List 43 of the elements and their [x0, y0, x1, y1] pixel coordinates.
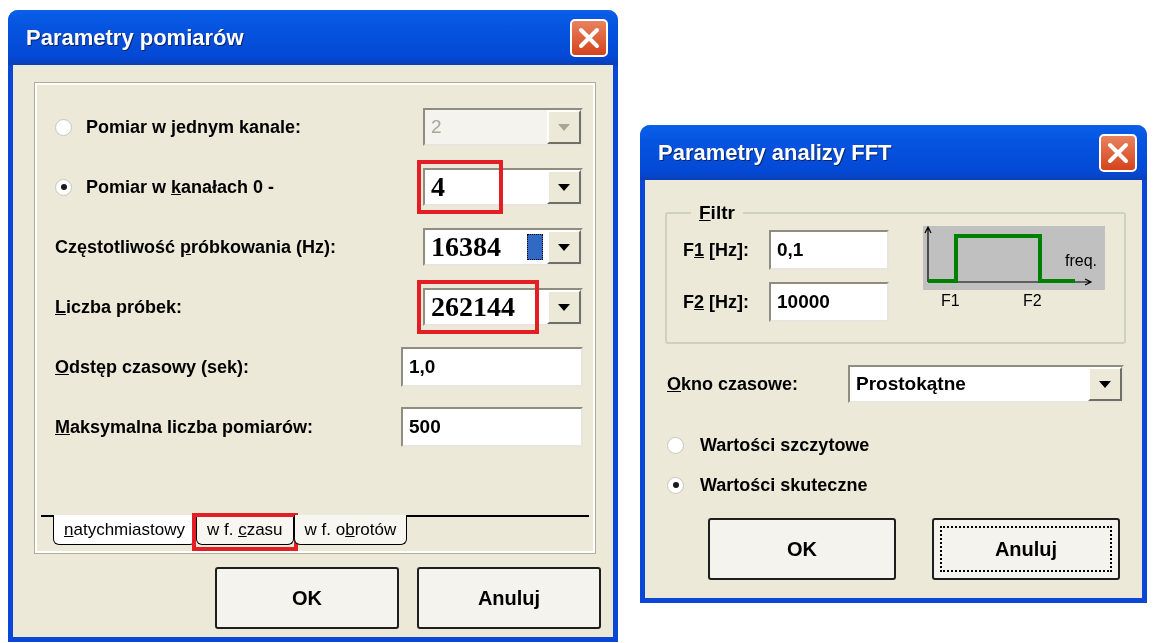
- ok-button[interactable]: OK: [708, 518, 896, 580]
- dropdown[interactable]: 262144: [423, 288, 583, 326]
- field-label: Okno czasowe:: [667, 373, 799, 395]
- radio-button[interactable]: [667, 436, 684, 454]
- radio-label: Wartości szczytowe: [700, 434, 870, 456]
- field-label: Odstęp czasowy (sek):: [55, 356, 250, 378]
- close-button[interactable]: [1099, 133, 1137, 172]
- field-label: F1 [Hz]:: [683, 239, 749, 261]
- caret-icon: [558, 183, 570, 191]
- input-field[interactable]: 0,1: [769, 230, 889, 270]
- field-label: Częstotliwość próbkowania (Hz):: [55, 236, 337, 258]
- cancel-button[interactable]: Anuluj: [932, 518, 1120, 580]
- close-icon: [1107, 141, 1129, 164]
- caret-icon: [558, 303, 570, 311]
- cancel-button[interactable]: Anuluj: [417, 567, 601, 629]
- axis-label: freq.: [1065, 252, 1097, 270]
- radio-button[interactable]: [55, 178, 72, 196]
- window-title: Parametry analizy FFT: [658, 139, 892, 166]
- dropdown[interactable]: 4: [423, 168, 583, 206]
- input-field[interactable]: 1,0: [401, 347, 583, 387]
- radio-label: Wartości skuteczne: [700, 474, 868, 496]
- input-field[interactable]: 500: [401, 407, 583, 447]
- caret-icon: [1099, 380, 1111, 388]
- frequency-label: F1: [941, 292, 960, 310]
- caret-icon: [558, 243, 570, 251]
- field-label: Liczba próbek:: [55, 296, 183, 318]
- input-field[interactable]: 10000: [769, 282, 889, 322]
- tab[interactable]: w f. obrotów: [293, 515, 408, 545]
- field-label: F2 [Hz]:: [683, 291, 749, 313]
- caret-icon: [558, 123, 570, 131]
- field-label: Maksymalna liczba pomiarów:: [55, 416, 314, 438]
- window-title: Parametry pomiarów: [26, 24, 244, 51]
- ok-button[interactable]: OK: [215, 567, 399, 629]
- dropdown[interactable]: 16384: [423, 228, 583, 266]
- dropdown[interactable]: Prostokątne: [848, 365, 1124, 403]
- field-label: Pomiar w jednym kanale:: [86, 116, 302, 138]
- radio-button[interactable]: [667, 476, 684, 494]
- group-title: Filtr: [698, 202, 736, 224]
- field-label: Pomiar w kanałach 0 -: [86, 176, 275, 198]
- close-button[interactable]: [570, 18, 608, 57]
- close-icon: [578, 26, 600, 49]
- tab[interactable]: w f. czasu: [195, 515, 294, 545]
- frequency-label: F2: [1023, 292, 1042, 310]
